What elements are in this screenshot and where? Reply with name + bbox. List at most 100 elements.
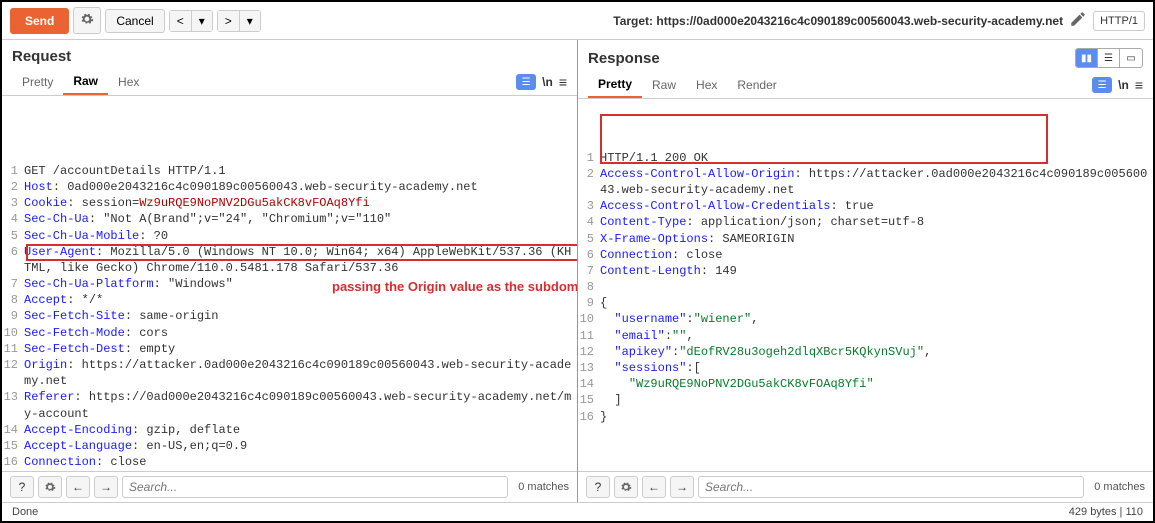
tab-resp-raw[interactable]: Raw — [642, 73, 686, 97]
tab-pretty[interactable]: Pretty — [12, 70, 63, 94]
line-content — [600, 279, 1153, 295]
code-line: 6User-Agent: Mozilla/5.0 (Windows NT 10.… — [2, 244, 577, 276]
line-content: "apikey":"dEofRV28u3ogeh2dlqXBcr5KQkynSV… — [600, 344, 1153, 360]
view-single-icon[interactable]: ▭ — [1120, 49, 1142, 67]
newline-toggle[interactable]: \n — [542, 75, 553, 89]
line-content: User-Agent: Mozilla/5.0 (Windows NT 10.0… — [24, 244, 577, 276]
line-number: 11 — [578, 328, 600, 344]
tab-resp-hex[interactable]: Hex — [686, 73, 727, 97]
line-content: { — [600, 295, 1153, 311]
footer-settings-button[interactable] — [38, 476, 62, 498]
code-line: 14 "Wz9uRQE9NoPNV2DGu5akCK8vFOAq8Yfi" — [578, 376, 1153, 392]
resp-next-match-button[interactable]: → — [670, 476, 694, 498]
line-number: 12 — [2, 357, 24, 389]
line-number: 2 — [578, 166, 600, 198]
resp-prev-match-button[interactable]: ← — [642, 476, 666, 498]
view-toggle[interactable]: ▮▮ ☰ ▭ — [1075, 48, 1143, 68]
cancel-button[interactable]: Cancel — [105, 9, 164, 33]
status-left: Done — [12, 506, 38, 518]
target-label: Target: https://0ad000e2043216c4c090189c… — [613, 14, 1063, 28]
code-line: 10 "username":"wiener", — [578, 311, 1153, 327]
line-content: Accept: */* — [24, 292, 577, 308]
actions-icon[interactable]: ☰ — [516, 74, 536, 90]
next-match-button[interactable]: → — [94, 476, 118, 498]
code-line: 6Connection: close — [578, 247, 1153, 263]
history-forward-dropdown-button[interactable]: ▾ — [240, 11, 260, 31]
http-version-selector[interactable]: HTTP/1 — [1093, 11, 1145, 31]
line-content: Sec-Ch-Ua: "Not A(Brand";v="24", "Chromi… — [24, 211, 577, 227]
code-line: 3Access-Control-Allow-Credentials: true — [578, 198, 1153, 214]
request-tabs: Pretty Raw Hex ☰ \n ≡ — [2, 69, 577, 96]
line-number: 14 — [2, 422, 24, 438]
tab-hex[interactable]: Hex — [108, 70, 149, 94]
history-back-button[interactable]: < — [170, 11, 192, 31]
line-number: 10 — [2, 325, 24, 341]
request-editor[interactable]: 1GET /accountDetails HTTP/1.12Host: 0ad0… — [2, 96, 577, 471]
line-content: Access-Control-Allow-Credentials: true — [600, 198, 1153, 214]
resp-help-button[interactable]: ? — [586, 476, 610, 498]
line-number: 9 — [2, 308, 24, 324]
response-title: Response — [588, 50, 660, 67]
settings-button[interactable] — [73, 7, 101, 34]
code-line: 16Connection: close — [2, 454, 577, 470]
line-number: 4 — [2, 211, 24, 227]
resp-footer-settings-button[interactable] — [614, 476, 638, 498]
code-line: 2Host: 0ad000e2043216c4c090189c00560043.… — [2, 179, 577, 195]
line-number: 1 — [2, 163, 24, 179]
line-content: Origin: https://attacker.0ad000e2043216c… — [24, 357, 577, 389]
line-number: 7 — [2, 276, 24, 292]
tab-resp-render[interactable]: Render — [727, 73, 786, 97]
line-number: 2 — [2, 179, 24, 195]
line-number: 7 — [578, 263, 600, 279]
code-line: 4Sec-Ch-Ua: "Not A(Brand";v="24", "Chrom… — [2, 211, 577, 227]
response-search-input[interactable] — [698, 476, 1084, 498]
line-content: GET /accountDetails HTTP/1.1 — [24, 163, 577, 179]
send-button[interactable]: Send — [10, 8, 69, 34]
code-line: 13Referer: https://0ad000e2043216c4c0901… — [2, 389, 577, 421]
top-toolbar: Send Cancel < ▾ > ▾ Target: https://0ad0… — [2, 2, 1153, 40]
code-line: 1HTTP/1.1 200 OK — [578, 150, 1153, 166]
resp-options-icon[interactable]: ≡ — [1135, 77, 1143, 93]
history-dropdown-button[interactable]: ▾ — [192, 11, 212, 31]
line-content: Connection: close — [600, 247, 1153, 263]
prev-match-button[interactable]: ← — [66, 476, 90, 498]
history-forward-button[interactable]: > — [218, 11, 240, 31]
code-line: 9{ — [578, 295, 1153, 311]
line-number: 6 — [2, 244, 24, 276]
view-rows-icon[interactable]: ☰ — [1098, 49, 1120, 67]
code-line: 9Sec-Fetch-Site: same-origin — [2, 308, 577, 324]
gear-icon — [620, 481, 632, 493]
line-number: 8 — [578, 279, 600, 295]
line-content: X-Frame-Options: SAMEORIGIN — [600, 231, 1153, 247]
line-number: 13 — [2, 389, 24, 421]
view-columns-icon[interactable]: ▮▮ — [1076, 49, 1098, 67]
line-content: Sec-Fetch-Dest: empty — [24, 341, 577, 357]
line-number: 5 — [2, 228, 24, 244]
request-title: Request — [12, 48, 71, 65]
line-number: 4 — [578, 214, 600, 230]
request-search-input[interactable] — [122, 476, 508, 498]
line-content — [24, 470, 577, 471]
tab-resp-pretty[interactable]: Pretty — [588, 72, 642, 98]
code-line: 17 — [2, 470, 577, 471]
line-content: Sec-Ch-Ua-Mobile: ?0 — [24, 228, 577, 244]
code-line: 2Access-Control-Allow-Origin: https://at… — [578, 166, 1153, 198]
resp-actions-icon[interactable]: ☰ — [1092, 77, 1112, 93]
edit-target-button[interactable] — [1069, 10, 1087, 31]
request-pane: Request Pretty Raw Hex ☰ \n ≡ 1GET /acco… — [2, 40, 578, 502]
response-pane: Response ▮▮ ☰ ▭ Pretty Raw Hex Render ☰ … — [578, 40, 1153, 502]
code-line: 8 — [578, 279, 1153, 295]
line-content: "Wz9uRQE9NoPNV2DGu5akCK8vFOAq8Yfi" — [600, 376, 1153, 392]
response-viewer[interactable]: 1HTTP/1.1 200 OK2Access-Control-Allow-Or… — [578, 99, 1153, 471]
line-number: 11 — [2, 341, 24, 357]
code-line: 7Content-Length: 149 — [578, 263, 1153, 279]
options-icon[interactable]: ≡ — [559, 74, 567, 90]
status-bar: Done 429 bytes | 110 — [2, 502, 1153, 521]
code-line: 5X-Frame-Options: SAMEORIGIN — [578, 231, 1153, 247]
line-number: 16 — [2, 454, 24, 470]
line-number: 3 — [2, 195, 24, 211]
help-button[interactable]: ? — [10, 476, 34, 498]
tab-raw[interactable]: Raw — [63, 69, 108, 95]
line-number: 3 — [578, 198, 600, 214]
resp-newline-toggle[interactable]: \n — [1118, 78, 1129, 92]
